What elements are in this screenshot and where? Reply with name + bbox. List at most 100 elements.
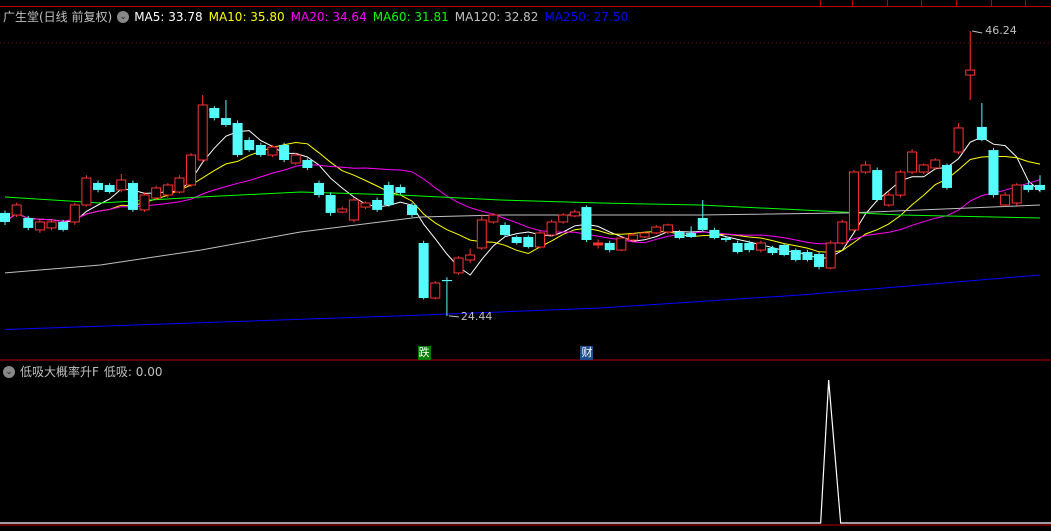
candle-body — [34, 221, 45, 231]
candle-down — [709, 227, 720, 240]
candle-up — [907, 149, 918, 174]
candle-down — [1035, 175, 1045, 193]
candle-up — [34, 219, 45, 233]
line-ma120 — [4, 204, 1041, 274]
candle-up — [360, 201, 371, 210]
candle-body — [872, 170, 883, 200]
candle-down — [383, 181, 394, 207]
candle-up — [488, 213, 499, 224]
candle-body — [302, 160, 313, 168]
candle-body — [197, 104, 208, 161]
event-marker[interactable]: 跌 — [417, 346, 431, 360]
candle-up — [81, 175, 92, 207]
candle-down — [872, 167, 883, 202]
candle-body — [651, 226, 662, 234]
candle-body — [662, 224, 673, 233]
candle-down — [790, 248, 801, 262]
candle-up — [1000, 192, 1011, 207]
candle-up — [848, 170, 859, 232]
candle-down — [988, 147, 999, 198]
candle-body — [116, 179, 127, 191]
chevron-down-icon[interactable]: ⌄ — [3, 365, 15, 378]
candle-up — [151, 185, 162, 201]
candle-body — [441, 279, 452, 282]
candle-up — [639, 231, 650, 239]
candle-body — [453, 257, 464, 274]
candle-body — [895, 171, 906, 196]
candle-body — [81, 177, 92, 206]
kline-chart[interactable] — [0, 0, 1051, 531]
candle-up — [116, 173, 127, 193]
candle-body — [93, 183, 104, 190]
candle-body — [639, 232, 650, 238]
candle-body — [941, 164, 952, 188]
event-marker[interactable]: 财 — [580, 346, 594, 360]
candle-down — [395, 184, 406, 195]
candle-up — [197, 95, 208, 163]
chevron-down-icon[interactable]: ⌄ — [117, 10, 130, 23]
candle-body — [907, 151, 918, 173]
candle-down — [104, 183, 115, 194]
candle-up — [558, 213, 569, 224]
candle-down — [209, 106, 220, 121]
candle-up — [465, 248, 476, 263]
candle-up — [46, 219, 57, 231]
low-price-label: 24.44 — [460, 309, 493, 323]
ma-lines — [4, 130, 1041, 330]
candle-body — [732, 242, 743, 253]
candle-up — [476, 214, 487, 250]
candle-up — [616, 236, 627, 252]
candle-down — [523, 235, 534, 249]
candle-body — [46, 221, 57, 229]
candle-body — [255, 144, 266, 156]
candle-body — [814, 253, 825, 268]
indicator-series — [0, 379, 1051, 524]
indicator-value: 低吸: 0.00 — [103, 365, 163, 379]
candle-down — [976, 103, 987, 142]
high-price-label: 46.24 — [985, 24, 1017, 37]
indicator-line — [0, 379, 1051, 524]
candle-down — [302, 158, 313, 171]
candle-down — [441, 277, 452, 316]
candle-body — [918, 164, 929, 173]
candle-down — [418, 240, 429, 300]
candle-body — [500, 224, 511, 236]
candle-body — [1011, 184, 1022, 204]
candle-body — [348, 199, 359, 221]
candle-body — [511, 236, 522, 243]
candle-body — [104, 184, 115, 193]
candle-body — [360, 202, 371, 208]
candle-body — [674, 232, 685, 239]
candle-up — [534, 230, 545, 249]
candle-body — [534, 232, 545, 248]
candle-body — [848, 171, 859, 231]
candle-body — [395, 187, 406, 193]
candle-down — [0, 210, 10, 225]
candle-up — [755, 240, 766, 253]
candle-body — [581, 207, 592, 240]
candle-body — [465, 254, 476, 261]
candle-up — [837, 219, 848, 245]
candle-body — [1023, 184, 1034, 190]
candle-body — [802, 252, 813, 260]
candle-body — [1035, 184, 1045, 190]
line-ma250 — [4, 274, 1041, 330]
candle-down — [232, 120, 243, 157]
candle-down — [279, 142, 290, 163]
candle-body — [767, 247, 778, 254]
candle-body — [569, 211, 580, 217]
candle-down — [500, 222, 511, 237]
candle-body — [162, 184, 173, 196]
candle-body — [825, 242, 836, 269]
candle-down — [941, 163, 952, 190]
candle-body — [232, 123, 243, 156]
ma-legend-ma10: MA10: 35.80 — [208, 9, 285, 24]
candle-up — [883, 192, 894, 207]
candle-up — [953, 123, 964, 155]
candle-up — [139, 192, 150, 212]
candle-body — [837, 221, 848, 244]
candle-body — [1000, 194, 1011, 206]
candle-body — [209, 107, 220, 119]
candle-down — [372, 197, 383, 212]
candle-up — [337, 206, 348, 214]
